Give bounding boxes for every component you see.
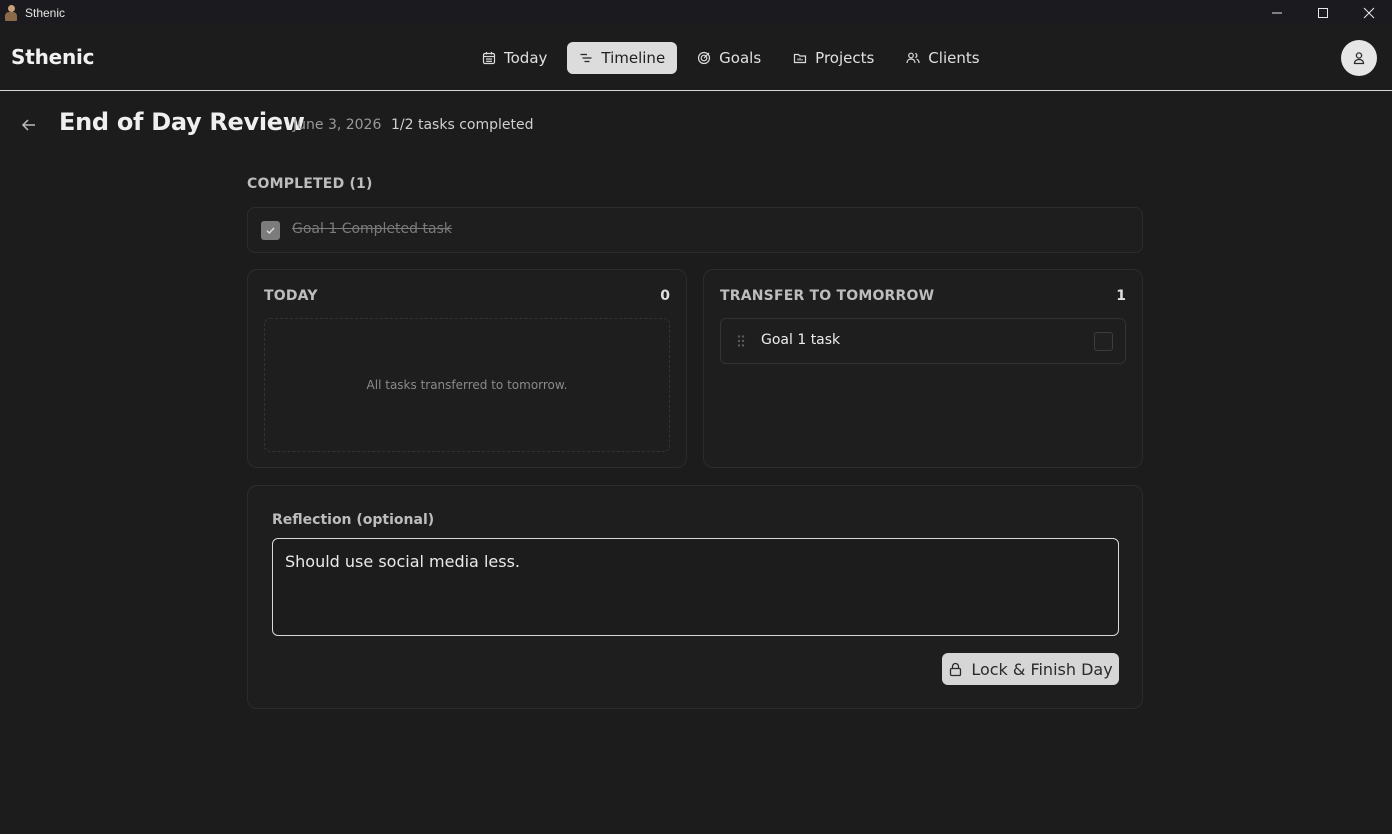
tomorrow-task-title: Goal 1 task bbox=[761, 332, 841, 348]
close-icon bbox=[1363, 7, 1375, 18]
timeline-icon bbox=[580, 53, 592, 63]
tomorrow-column-title: TRANSFER TO TOMORROW bbox=[720, 288, 935, 304]
nav-today-label: Today bbox=[504, 49, 548, 67]
back-button[interactable] bbox=[19, 115, 39, 135]
today-dropzone[interactable]: All tasks transferred to tomorrow. bbox=[264, 318, 670, 452]
today-count: 0 bbox=[660, 288, 670, 304]
folder-icon bbox=[794, 53, 807, 64]
nav-goals-label: Goals bbox=[719, 49, 762, 67]
page-date: June 3, 2026 bbox=[293, 117, 382, 133]
target-icon bbox=[698, 51, 711, 65]
tomorrow-count: 1 bbox=[1116, 288, 1126, 304]
completed-section-label: COMPLETED (1) bbox=[247, 176, 373, 192]
page-title: End of Day Review bbox=[59, 108, 305, 136]
arrow-left-icon bbox=[21, 119, 35, 131]
today-column-title: TODAY bbox=[264, 288, 318, 304]
completed-task-title: Goal 1 Completed task bbox=[292, 221, 452, 237]
nav-goals[interactable]: Goals bbox=[685, 42, 773, 74]
tomorrow-task-checkbox[interactable] bbox=[1094, 332, 1113, 351]
lock-finish-day-label: Lock & Finish Day bbox=[971, 659, 1113, 679]
minimize-button[interactable] bbox=[1254, 0, 1300, 25]
users-icon bbox=[906, 52, 920, 64]
completed-task-checkbox[interactable] bbox=[261, 221, 280, 240]
minimize-icon bbox=[1272, 12, 1282, 13]
nav-projects[interactable]: Projects bbox=[781, 42, 886, 74]
drag-handle-icon[interactable] bbox=[736, 334, 746, 348]
main-nav: Today Timeline Goals Projects Clients bbox=[470, 42, 1000, 74]
window-title: Sthenic bbox=[25, 5, 66, 20]
window-titlebar: Sthenic bbox=[0, 0, 1392, 25]
calendar-icon bbox=[482, 52, 496, 65]
app-icon bbox=[4, 4, 18, 21]
reflection-textarea[interactable]: Should use social media less. bbox=[272, 538, 1119, 636]
today-column: TODAY 0 All tasks transferred to tomorro… bbox=[247, 269, 687, 468]
user-icon bbox=[1353, 52, 1365, 65]
app-header: Sthenic Today Timeline Goals Projects Cl… bbox=[0, 25, 1392, 91]
tasks-progress: 1/2 tasks completed bbox=[391, 117, 534, 133]
completed-task-card: Goal 1 Completed task bbox=[247, 207, 1143, 253]
tomorrow-task-row[interactable]: Goal 1 task bbox=[720, 318, 1126, 364]
window-controls bbox=[1254, 0, 1392, 25]
close-window-button[interactable] bbox=[1346, 0, 1392, 25]
reflection-label: Reflection (optional) bbox=[272, 512, 435, 528]
reflection-card: Reflection (optional) Should use social … bbox=[247, 485, 1143, 709]
nav-projects-label: Projects bbox=[815, 49, 875, 67]
maximize-icon bbox=[1318, 7, 1328, 18]
nav-clients[interactable]: Clients bbox=[894, 42, 991, 74]
lock-finish-day-button[interactable]: Lock & Finish Day bbox=[942, 653, 1119, 685]
brand-logo[interactable]: Sthenic bbox=[11, 45, 95, 69]
nav-timeline-label: Timeline bbox=[601, 49, 666, 67]
user-avatar-button[interactable] bbox=[1341, 40, 1377, 76]
checkmark-icon bbox=[266, 227, 275, 235]
nav-today[interactable]: Today bbox=[470, 42, 559, 74]
tomorrow-column: TRANSFER TO TOMORROW 1 Goal 1 task bbox=[703, 269, 1143, 468]
nav-timeline[interactable]: Timeline bbox=[567, 42, 678, 74]
lock-icon bbox=[950, 662, 962, 676]
nav-clients-label: Clients bbox=[928, 49, 980, 67]
maximize-button[interactable] bbox=[1300, 0, 1346, 25]
today-empty-text: All tasks transferred to tomorrow. bbox=[366, 378, 568, 392]
